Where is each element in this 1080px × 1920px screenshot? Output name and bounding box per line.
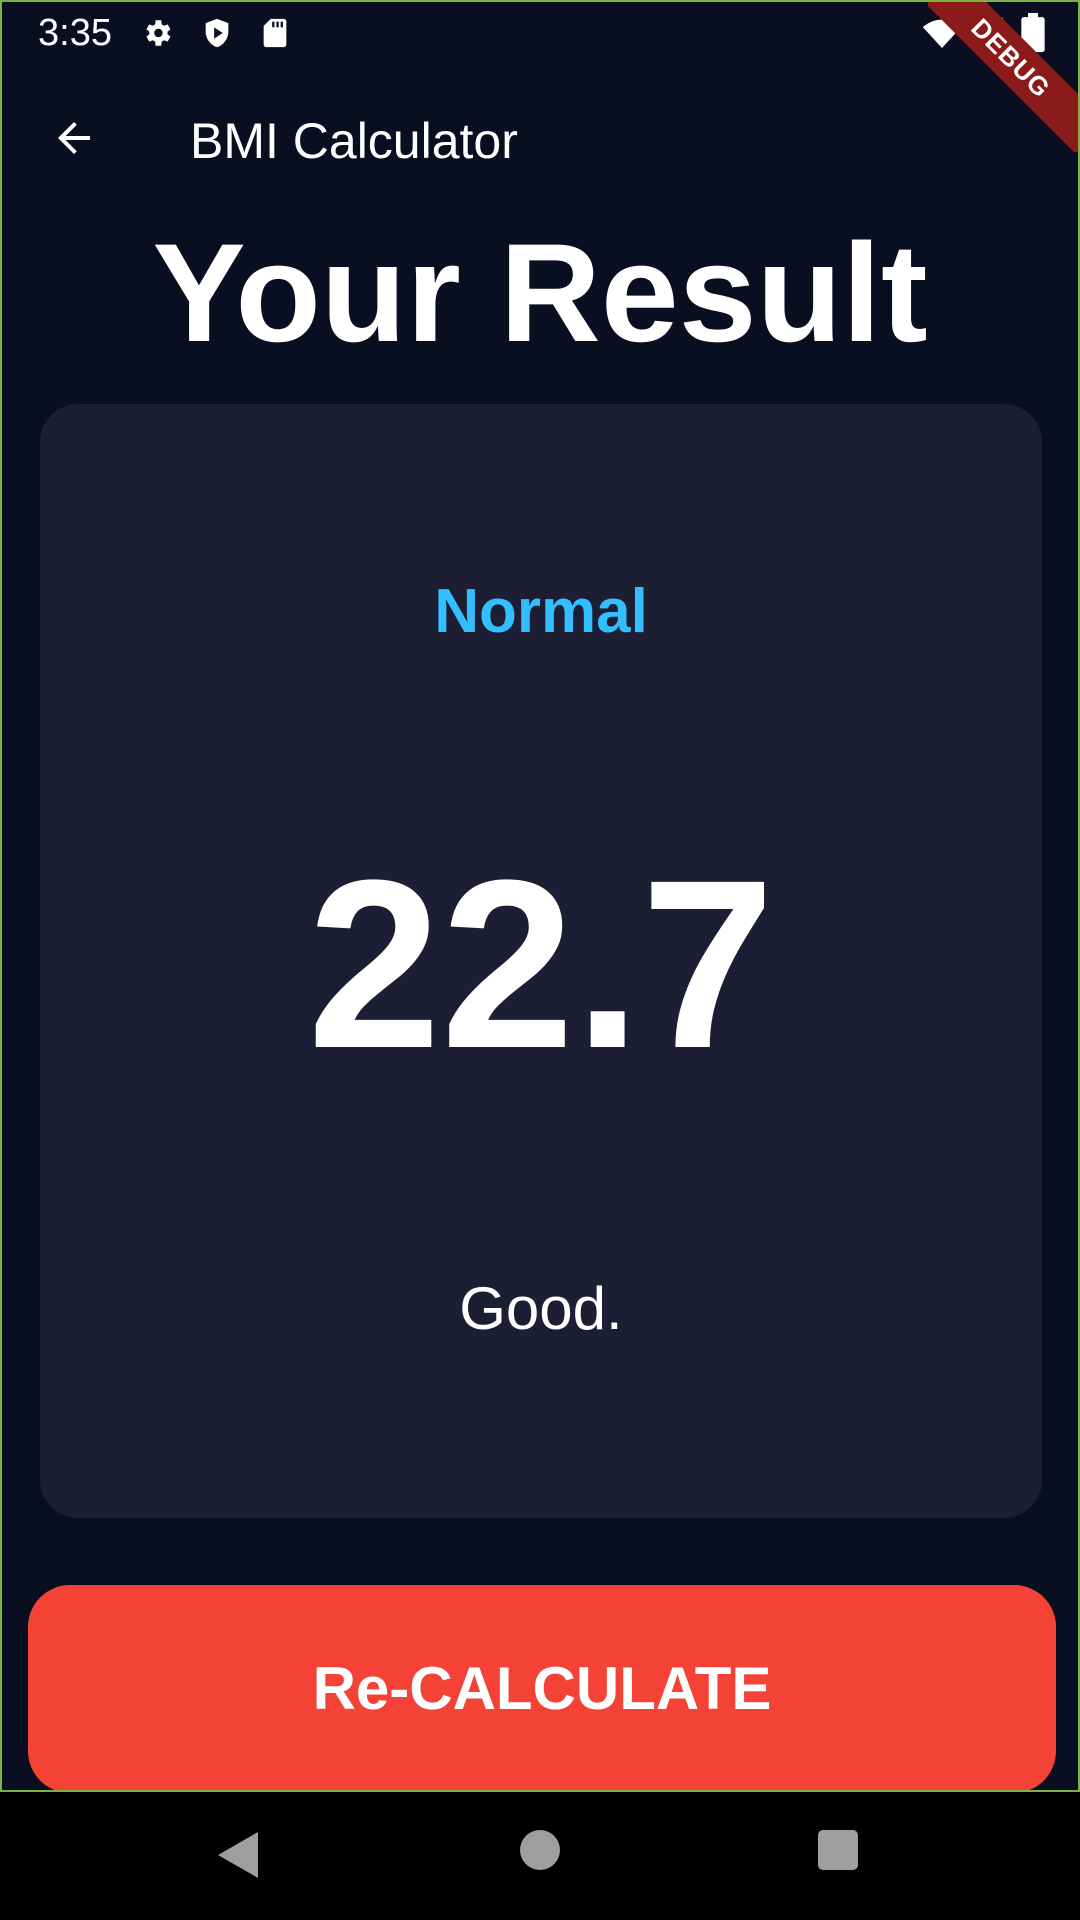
system-nav-bar [0, 1792, 1080, 1920]
status-time: 3:35 [38, 12, 112, 54]
gear-icon [146, 20, 171, 46]
bmi-category: Normal [434, 577, 648, 646]
shield-play-icon [205, 18, 229, 48]
arrow-left-icon[interactable] [50, 114, 98, 162]
app-screen: 3:35 DEBUG BMI Calculator Your Result No… [0, 0, 1080, 1792]
nav-back-icon[interactable] [218, 1832, 258, 1878]
app-bar: BMI Calculator [2, 64, 1078, 214]
bmi-value: 22.7 [307, 830, 775, 1098]
status-bar: 3:35 [2, 2, 1078, 64]
app-bar-title: BMI Calculator [190, 113, 518, 169]
result-card: Normal 22.7 Good. [40, 404, 1042, 1518]
nav-home-icon[interactable] [520, 1830, 560, 1870]
nav-recents-icon[interactable] [818, 1830, 858, 1870]
recalculate-button[interactable]: Re-CALCULATE [28, 1585, 1056, 1790]
bmi-advice: Good. [459, 1275, 623, 1342]
page-title: Your Result [152, 214, 928, 371]
sd-card-icon [263, 18, 287, 48]
